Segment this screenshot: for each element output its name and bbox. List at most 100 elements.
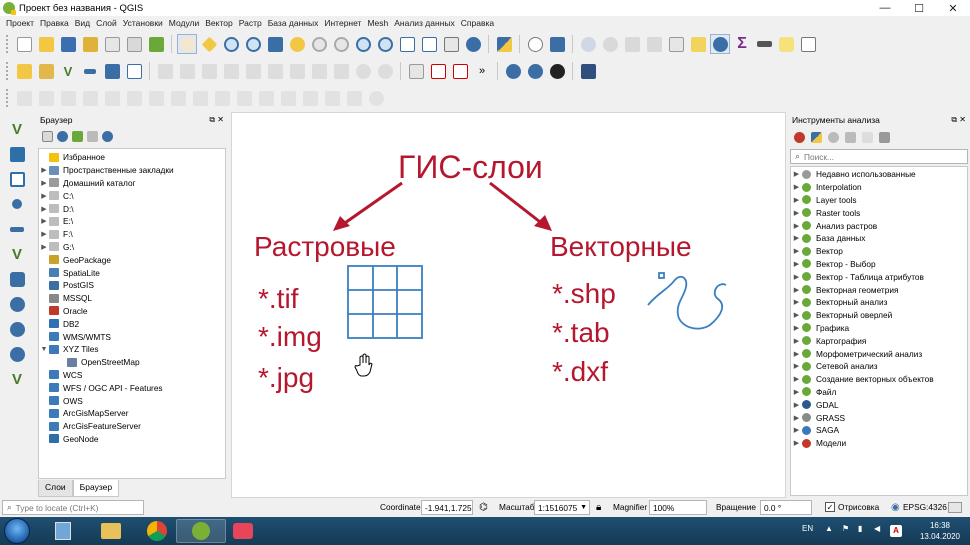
add-wms-layer-icon[interactable] [6,268,28,290]
taskbar-recorder[interactable] [218,519,268,543]
analysis-group[interactable]: ▶ GRASS [791,411,967,424]
pan-hand-icon[interactable] [177,34,197,54]
zoom-native-icon[interactable] [331,34,351,54]
python-console-icon[interactable] [494,34,514,54]
browser-item[interactable]: OWS [39,394,225,407]
analysis-group[interactable]: ▶ Layer tools [791,194,967,207]
collapse-all-icon[interactable] [87,130,98,142]
zoom-in-icon[interactable] [221,34,241,54]
help-icon[interactable] [578,61,598,81]
browser-item[interactable]: ▶ E:\ [39,215,225,228]
browser-item[interactable]: WMS/WMTS [39,330,225,343]
expand-arrow-icon[interactable]: ▶ [791,234,802,242]
deselect-icon[interactable] [644,34,664,54]
crs-globe-icon[interactable]: ◉ [891,502,900,513]
more-tools-icon[interactable]: » [472,61,492,81]
analysis-group[interactable]: ▶ Создание векторных объектов [791,373,967,386]
edit-pencil-icon[interactable] [155,61,175,81]
tray-app-icon[interactable]: A [890,525,902,537]
new-map-view-icon[interactable] [397,34,417,54]
add-ring-icon[interactable] [36,88,56,108]
analysis-group[interactable]: ▶ Вектор [791,245,967,258]
add-wfs-layer-icon[interactable] [6,318,28,340]
add-spatialite-icon[interactable] [6,218,28,240]
analysis-group[interactable]: ▶ Interpolation [791,181,967,194]
add-part-icon[interactable] [58,88,78,108]
taskbar-chrome[interactable] [132,519,182,543]
new-layer-icon[interactable] [36,61,56,81]
browser-item[interactable]: Избранное [39,151,225,164]
browser-item[interactable]: MSSQL [39,292,225,305]
browser-item[interactable]: PostGIS [39,279,225,292]
crs-label[interactable]: EPSG:4326 [903,502,947,512]
data-source-manager-icon[interactable] [14,61,34,81]
expand-arrow-icon[interactable]: ▶ [791,196,802,204]
zoom-next-icon[interactable] [375,34,395,54]
edit-features-icon[interactable] [862,131,873,143]
panel-float-close-icon[interactable]: ⧉ ✕ [209,115,224,125]
expand-arrow-icon[interactable]: ▶ [39,179,49,187]
zoom-full-icon[interactable] [265,34,285,54]
add-delimited-text-icon[interactable] [6,193,28,215]
browser-item[interactable]: OpenStreetMap [39,356,225,369]
options-icon[interactable] [879,131,890,143]
menu-item[interactable]: Интернет [321,18,364,28]
taskbar-explorer[interactable] [86,519,136,543]
analysis-group[interactable]: ▶ Графика [791,322,967,335]
new-vector-layer-icon[interactable]: V [6,368,28,390]
wms-icon[interactable] [525,61,545,81]
add-vector-layer-icon[interactable]: V [58,61,78,81]
expand-arrow-icon[interactable]: ▶ [791,311,802,319]
zoom-out-icon[interactable] [243,34,263,54]
analysis-group[interactable]: ▶ Морфометрический анализ [791,347,967,360]
expand-arrow-icon[interactable]: ▶ [791,426,802,434]
attribute-table-icon[interactable] [688,34,708,54]
copy-icon[interactable] [309,61,329,81]
coordinate-field[interactable]: -1.941,1.725 [421,500,473,515]
toggle-extents-icon[interactable]: ⌬ [479,502,488,513]
merge-features-icon[interactable] [300,88,320,108]
new-project-icon[interactable] [14,34,34,54]
render-checkbox[interactable]: ✓ [825,502,835,512]
results-icon[interactable] [845,131,856,143]
add-raster-icon[interactable] [102,61,122,81]
history-icon[interactable] [828,131,839,143]
expand-arrow-icon[interactable]: ▶ [791,260,802,268]
analysis-group[interactable]: ▶ База данных [791,232,967,245]
language-indicator[interactable]: EN [802,524,813,533]
analysis-group[interactable]: ▶ Вектор - Выбор [791,258,967,271]
filter-icon[interactable] [72,130,83,142]
menu-item[interactable]: Модули [166,18,202,28]
analysis-group[interactable]: ▶ Raster tools [791,206,967,219]
expand-arrow-icon[interactable]: ▶ [39,205,49,213]
expand-arrow-icon[interactable]: ▶ [791,414,802,422]
select-features-icon[interactable] [600,34,620,54]
move-feature-icon[interactable] [243,61,263,81]
statistics-sigma-icon[interactable]: Σ [732,34,752,54]
trim-extend-icon[interactable] [212,88,232,108]
expand-arrow-icon[interactable]: ▶ [791,247,802,255]
browser-tree[interactable]: Избранное ▶ Пространственные закладки ▶ Дома… [38,148,226,479]
style-manager-icon[interactable] [146,34,166,54]
browser-item[interactable]: ▼ XYZ Tiles [39,343,225,356]
expand-arrow-icon[interactable]: ▶ [791,324,802,332]
panel-float-close-icon[interactable]: ⧉ ✕ [951,115,966,125]
locator-input[interactable]: ⌕ Type to locate (Ctrl+K) [2,500,144,515]
expand-arrow-icon[interactable]: ▶ [791,170,802,178]
analysis-search-input[interactable]: ⌕ Поиск... [790,149,968,164]
menu-item[interactable]: Проект [3,18,37,28]
browser-item[interactable]: Oracle [39,305,225,318]
lock-scale-icon[interactable]: 🔒︎ [596,502,601,513]
simplify-icon[interactable] [234,88,254,108]
open-project-icon[interactable] [36,34,56,54]
cut-icon[interactable] [287,61,307,81]
browser-item[interactable]: ▶ F:\ [39,228,225,241]
measure-icon[interactable] [754,34,774,54]
delete-ring-icon[interactable] [102,88,122,108]
magnifier-field[interactable]: 100% [649,500,707,515]
analysis-group[interactable]: ▶ Векторный оверлей [791,309,967,322]
label-move-icon[interactable] [428,61,448,81]
analysis-group[interactable]: ▶ Файл [791,386,967,399]
reverse-line-icon[interactable] [190,88,210,108]
expand-arrow-icon[interactable]: ▶ [791,183,802,191]
